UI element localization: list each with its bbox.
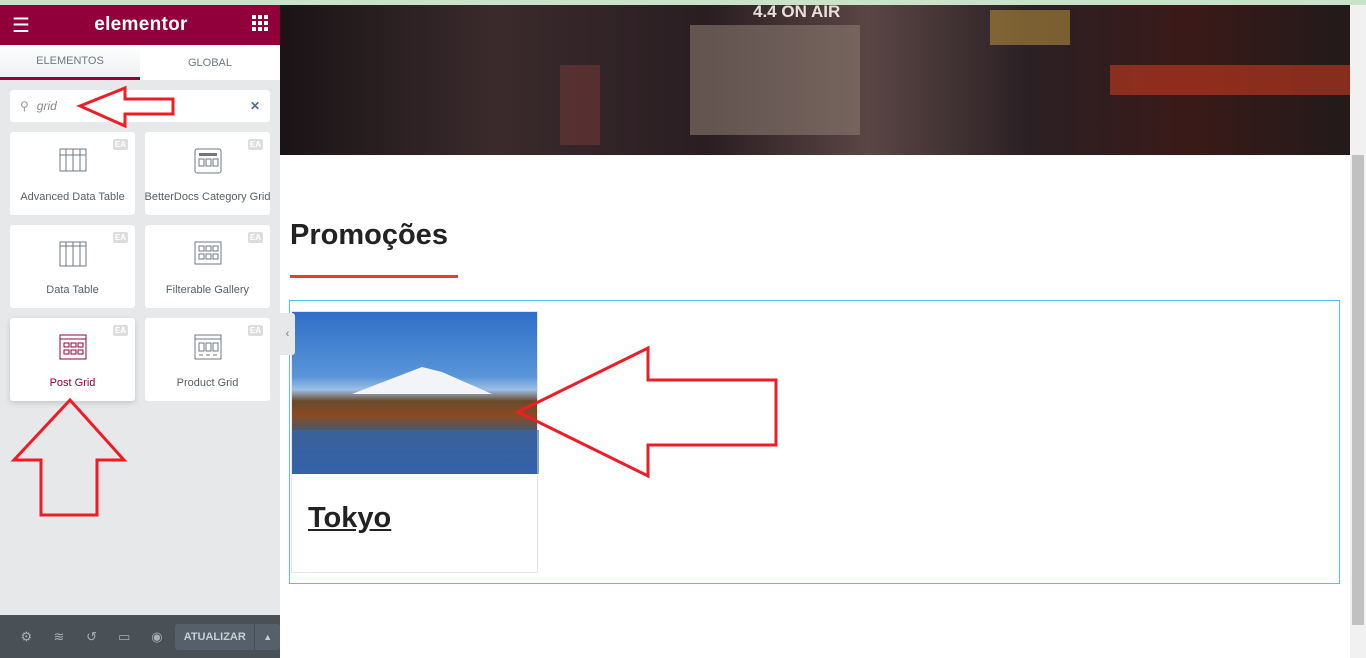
widget-search-input[interactable]: ⚲ grid ✕: [10, 90, 270, 122]
layers-icon[interactable]: ≋: [43, 629, 76, 645]
apps-grid-icon[interactable]: [251, 14, 268, 36]
post-title-link[interactable]: Tokyo: [308, 502, 391, 535]
preview-eye-icon[interactable]: ◉: [141, 629, 174, 645]
post-grid-widget[interactable]: Tokyo: [289, 300, 1340, 584]
post-card[interactable]: Tokyo: [291, 311, 539, 573]
search-icon: ⚲: [20, 99, 29, 113]
tab-elementos[interactable]: ELEMENTOS: [0, 45, 140, 80]
heading-divider: [290, 275, 458, 278]
category-grid-icon: [194, 148, 221, 174]
product-grid-icon: [194, 334, 221, 360]
widget-filterable-gallery[interactable]: EA Filterable Gallery: [145, 225, 270, 308]
widget-data-table[interactable]: EA Data Table: [10, 225, 135, 308]
collapse-panel-handle[interactable]: ‹: [280, 313, 295, 355]
post-thumbnail[interactable]: [292, 312, 539, 474]
data-table-icon: [59, 241, 86, 267]
update-button[interactable]: ATUALIZAR: [175, 623, 255, 650]
tab-global[interactable]: GLOBAL: [140, 45, 280, 80]
widget-post-grid[interactable]: EA Post Grid: [10, 318, 135, 401]
page-canvas: 4.4 ON AIR Promoções Tokyo ‹: [280, 5, 1350, 658]
scrollbar-thumb[interactable]: [1352, 155, 1364, 625]
elementor-panel: ☰ elementor ELEMENTOS GLOBAL ⚲ grid ✕ EA…: [0, 5, 281, 658]
elementor-logo: elementor: [94, 14, 188, 35]
gallery-icon: [194, 241, 221, 265]
settings-icon[interactable]: ⚙: [10, 629, 43, 645]
widget-betterdocs-category-grid[interactable]: EA BetterDocs Category Grid: [145, 132, 270, 215]
hamburger-menu-icon[interactable]: ☰: [12, 13, 30, 38]
widget-advanced-data-table[interactable]: EA Advanced Data Table: [10, 132, 135, 215]
history-icon[interactable]: ↺: [75, 629, 108, 645]
panel-footer: ⚙ ≋ ↺ ▭ ◉ ATUALIZAR ▲: [0, 615, 281, 658]
panel-header: ☰ elementor: [0, 5, 280, 45]
widget-product-grid[interactable]: EA Product Grid: [145, 318, 270, 401]
advanced-table-icon: [59, 148, 86, 172]
clear-search-icon[interactable]: ✕: [250, 99, 260, 113]
update-options-button[interactable]: ▲: [254, 623, 281, 650]
scrollbar[interactable]: [1350, 5, 1366, 658]
post-grid-icon: [59, 334, 86, 360]
section-heading: Promoções: [290, 219, 448, 251]
hero-image: 4.4 ON AIR: [280, 5, 1350, 155]
responsive-icon[interactable]: ▭: [108, 629, 141, 645]
